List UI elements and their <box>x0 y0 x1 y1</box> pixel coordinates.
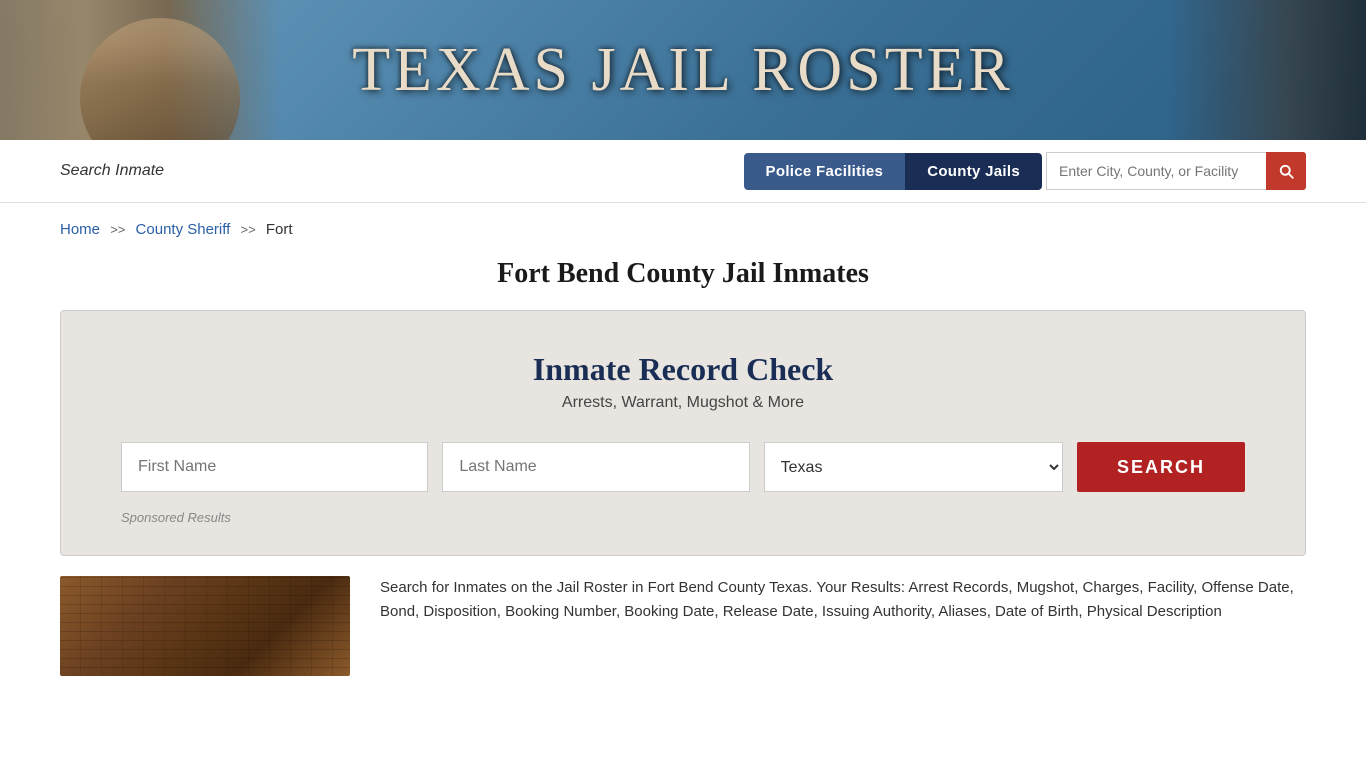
search-inmate-label: Search Inmate <box>60 162 164 180</box>
nav-search-button[interactable] <box>1266 152 1306 190</box>
banner-dome-decoration <box>30 0 290 140</box>
page-title: Fort Bend County Jail Inmates <box>0 258 1366 290</box>
nav-bar: Search Inmate Police Facilities County J… <box>0 140 1366 203</box>
header-banner: Texas Jail Roster <box>0 0 1366 140</box>
nav-right-controls: Police Facilities County Jails <box>744 152 1306 190</box>
search-submit-button[interactable]: SEARCH <box>1077 442 1245 492</box>
last-name-input[interactable] <box>442 442 749 492</box>
police-facilities-button[interactable]: Police Facilities <box>744 153 906 190</box>
record-check-title: Inmate Record Check <box>121 351 1245 388</box>
breadcrumb: Home >> County Sheriff >> Fort <box>0 203 1366 248</box>
breadcrumb-home[interactable]: Home <box>60 221 100 238</box>
record-check-box: Inmate Record Check Arrests, Warrant, Mu… <box>60 310 1306 556</box>
first-name-input[interactable] <box>121 442 428 492</box>
search-form-row: AlabamaAlaskaArizonaArkansasCaliforniaCo… <box>121 442 1245 492</box>
site-title: Texas Jail Roster <box>352 35 1014 106</box>
nav-search-wrap <box>1046 152 1306 190</box>
state-select[interactable]: AlabamaAlaskaArizonaArkansasCaliforniaCo… <box>764 442 1063 492</box>
nav-search-input[interactable] <box>1046 152 1266 190</box>
breadcrumb-sep-2: >> <box>241 222 256 237</box>
bottom-section: Search for Inmates on the Jail Roster in… <box>0 576 1366 676</box>
sponsored-results-label: Sponsored Results <box>121 510 1245 525</box>
county-jails-button[interactable]: County Jails <box>905 153 1042 190</box>
facility-image <box>60 576 350 676</box>
record-check-subtitle: Arrests, Warrant, Mugshot & More <box>121 394 1245 412</box>
breadcrumb-current: Fort <box>266 221 293 238</box>
search-icon <box>1277 162 1295 180</box>
breadcrumb-county-sheriff[interactable]: County Sheriff <box>136 221 231 238</box>
bottom-description: Search for Inmates on the Jail Roster in… <box>380 576 1306 676</box>
breadcrumb-sep-1: >> <box>110 222 125 237</box>
